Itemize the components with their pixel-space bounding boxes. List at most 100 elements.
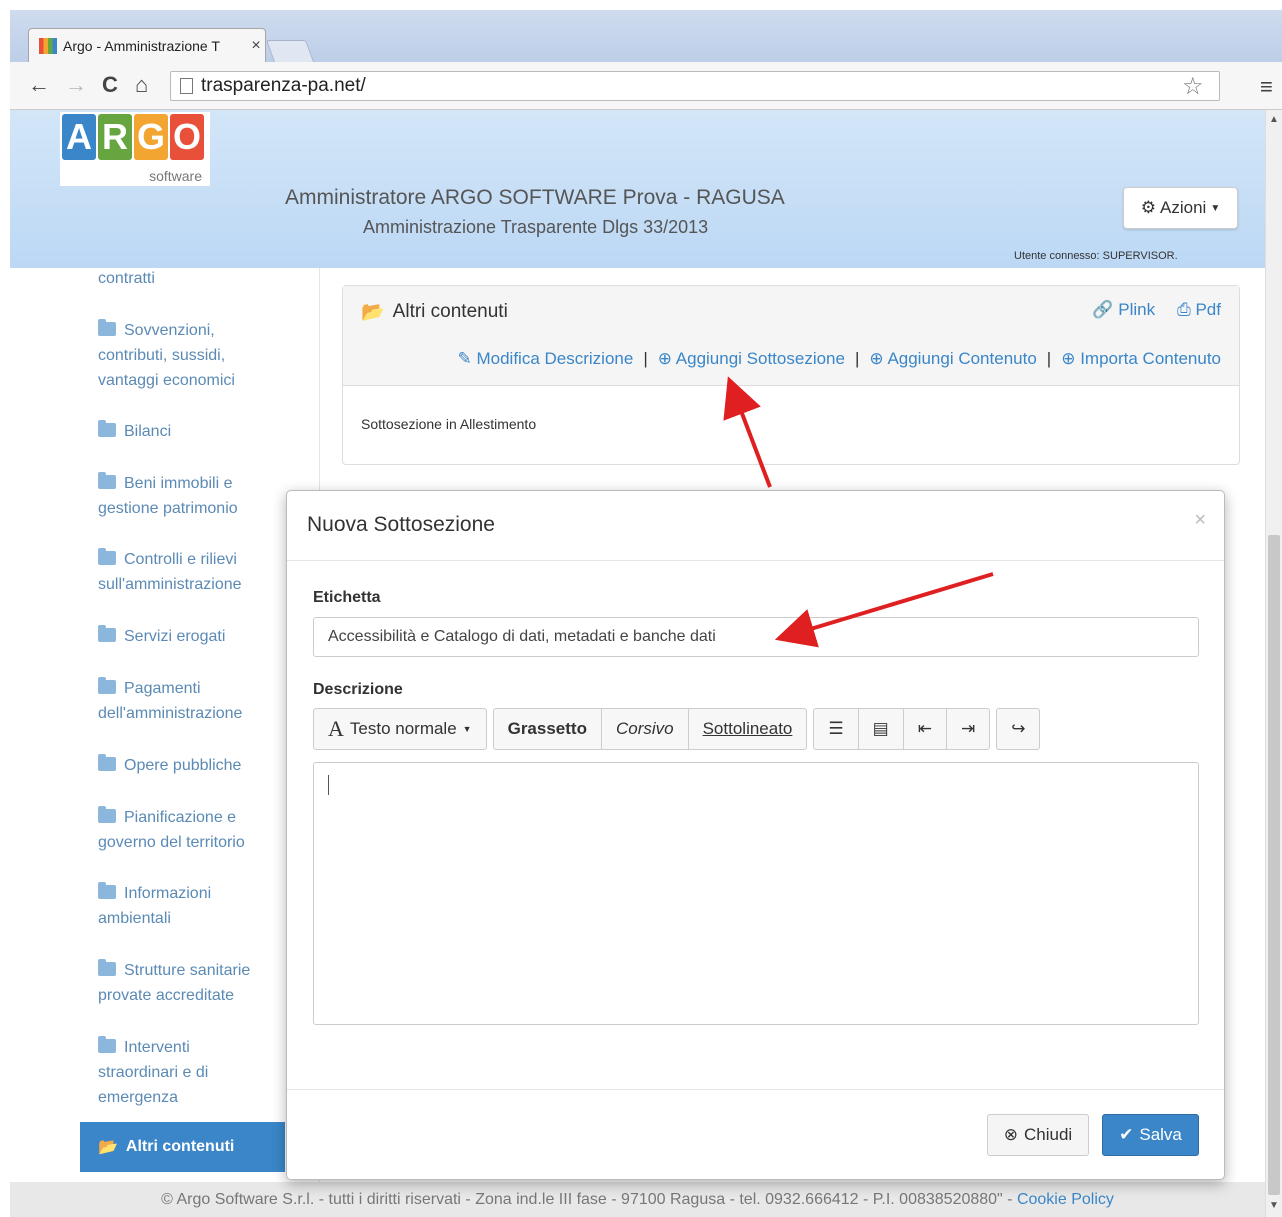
sidebar-item-label: Pianificazione e governo del territorio [98,809,245,851]
sidebar-item-altri-contenuti[interactable]: 📂 Altri contenuti [80,1122,285,1172]
unordered-list-icon[interactable]: ☰ [814,709,859,749]
text-caret [328,775,329,795]
add-content-link[interactable]: ⊕ Aggiungi Contenuto [869,349,1036,369]
sidebar-item-pagamenti[interactable]: Pagamenti dell'amministrazione [98,676,278,726]
argo-logo[interactable]: A R G O software [60,112,210,186]
page-title: Amministratore ARGO SOFTWARE Prova - RAG… [285,186,785,209]
sidebar-item-label: Pagamenti dell'amministrazione [98,680,243,722]
sidebar-item-bilanci[interactable]: Bilanci [98,419,278,444]
tab-title: Argo - Amministrazione T [63,37,220,54]
folder-icon [98,754,116,771]
action-label: Modifica Descrizione [476,349,634,368]
import-content-link[interactable]: ⊕ Importa Contenuto [1061,349,1221,369]
modal-title: Nuova Sottosezione [307,513,495,536]
panel-title-text: Altri contenuti [392,301,508,322]
sidebar-item-label: Bilanci [124,423,172,440]
browser-tab[interactable]: Argo - Amministrazione T × [28,28,266,62]
menu-icon[interactable]: ≡ [1260,74,1273,100]
home-icon[interactable]: ⌂ [135,72,148,98]
new-subsection-modal: Nuova Sottosezione × Etichetta Accessibi… [286,490,1225,1180]
folder-icon [98,548,116,565]
scroll-down-icon[interactable]: ▼ [1269,1200,1279,1211]
actions-label: Azioni [1160,198,1207,217]
close-button-label: Chiudi [1024,1125,1073,1144]
close-button[interactable]: ⊗ Chiudi [987,1114,1089,1156]
etichetta-input[interactable]: Accessibilità e Catalogo di dati, metada… [313,617,1199,657]
indent-icon[interactable]: ⇥ [947,709,989,749]
page-viewport: A R G O software Amministratore ARGO SOF… [10,110,1265,1217]
sidebar-item-label: Servizi erogati [124,628,226,645]
new-tab-button[interactable] [265,40,315,62]
outdent-icon[interactable]: ⇤ [904,709,947,749]
url-text: trasparenza-pa.net/ [201,75,366,96]
logo-subtitle: software [149,168,202,184]
folder-icon [98,1036,116,1053]
pdf-link[interactable]: ⎙ Pdf [1177,300,1221,320]
scroll-thumb[interactable] [1268,535,1280,1195]
reload-icon[interactable]: C [102,72,118,98]
sidebar-item-sovvenzioni[interactable]: Sovvenzioni, contributi, sussidi, vantag… [98,318,278,393]
sidebar-item-informazioni[interactable]: Informazioni ambientali [98,881,278,931]
ordered-list-icon[interactable]: ▤ [859,709,904,749]
panel-title: 📂 Altri contenuti [361,300,508,324]
sidebar-item-label: Altri contenuti [125,1138,235,1155]
scroll-up-icon[interactable]: ▲ [1269,114,1279,125]
sidebar-item-label: Beni immobili e gestione patrimonio [98,475,238,517]
site-header: A R G O software Amministratore ARGO SOF… [10,110,1265,268]
separator: | [643,349,648,368]
plink-link[interactable]: 🔗 Plink [1092,300,1155,320]
sidebar-item-interventi[interactable]: Interventi straordinari e di emergenza [98,1035,248,1110]
gear-icon: ⚙ [1140,198,1157,217]
editor-toolbar: A Testo normale ▼ Grassetto Corsivo Sott… [313,708,1041,750]
logo-letter: O [170,114,204,160]
modal-close-icon[interactable]: × [1194,509,1206,532]
folder-open-icon: 📂 [98,1139,118,1156]
sidebar-item-controlli[interactable]: Controlli e rilievi sull'amministrazione [98,547,278,597]
folder-icon [98,959,116,976]
sidebar-item-beni-immobili[interactable]: Beni immobili e gestione patrimonio [98,471,278,521]
logo-letter: A [62,114,96,160]
description-editor[interactable] [313,762,1199,1025]
vertical-scrollbar[interactable]: ▲ ▼ [1265,110,1282,1217]
insert-link-icon[interactable]: ↪ [997,709,1039,749]
actions-dropdown-button[interactable]: ⚙ Azioni ▼ [1123,187,1238,229]
etichetta-label: Etichetta [313,589,381,606]
folder-icon [98,319,116,336]
sidebar-item-label: Controlli e rilievi sull'amministrazione [98,551,242,593]
italic-button[interactable]: Corsivo [602,709,689,749]
page-footer: © Argo Software S.r.l. - tutti i diritti… [10,1182,1265,1217]
cookie-policy-link[interactable]: Cookie Policy [1017,1191,1114,1208]
argo-favicon-icon [39,37,57,54]
sidebar-item-servizi[interactable]: Servizi erogati [98,624,278,649]
plus-circle-icon: ⊕ [869,349,884,368]
address-bar[interactable]: trasparenza-pa.net/ [170,71,1220,101]
check-circle-icon: ✔ [1119,1125,1134,1144]
font-icon: A [328,716,344,741]
page-subtitle: Amministrazione Trasparente Dlgs 33/2013 [363,217,709,237]
edit-description-link[interactable]: ✎ Modifica Descrizione [457,349,633,369]
browser-toolbar: ← → C ⌂ trasparenza-pa.net/ ☆ ≡ [10,62,1282,110]
text-style-dropdown[interactable]: A Testo normale ▼ [314,709,486,749]
forward-arrow-icon[interactable]: → [65,72,87,98]
folder-icon [98,677,116,694]
sidebar-item-contratti[interactable]: contratti [98,266,278,291]
footer-text: © Argo Software S.r.l. - tutti i diritti… [161,1191,1017,1208]
page-icon [180,78,193,94]
panel-body-text: Sottosezione in Allestimento [361,416,537,432]
bookmark-star-icon[interactable]: ☆ [1182,72,1204,101]
add-subsection-link[interactable]: ⊕ Aggiungi Sottosezione [658,349,845,369]
folder-icon [98,420,116,437]
descrizione-label: Descrizione [313,681,403,698]
underline-button[interactable]: Sottolineato [689,709,807,749]
logo-letter: G [134,114,168,160]
sidebar-item-opere[interactable]: Opere pubbliche [98,753,278,778]
bold-button[interactable]: Grassetto [494,709,602,749]
plink-label: Plink [1118,300,1156,319]
sidebar-item-pianificazione[interactable]: Pianificazione e governo del territorio [98,805,278,855]
pdf-label: Pdf [1195,300,1221,319]
sidebar-item-strutture[interactable]: Strutture sanitarie provate accreditate [98,958,278,1008]
back-arrow-icon[interactable]: ← [28,72,50,98]
save-button[interactable]: ✔ Salva [1102,1114,1199,1156]
tab-close-icon[interactable]: × [247,37,265,55]
sidebar: contratti Sovvenzioni, contributi, sussi… [60,268,320,1217]
